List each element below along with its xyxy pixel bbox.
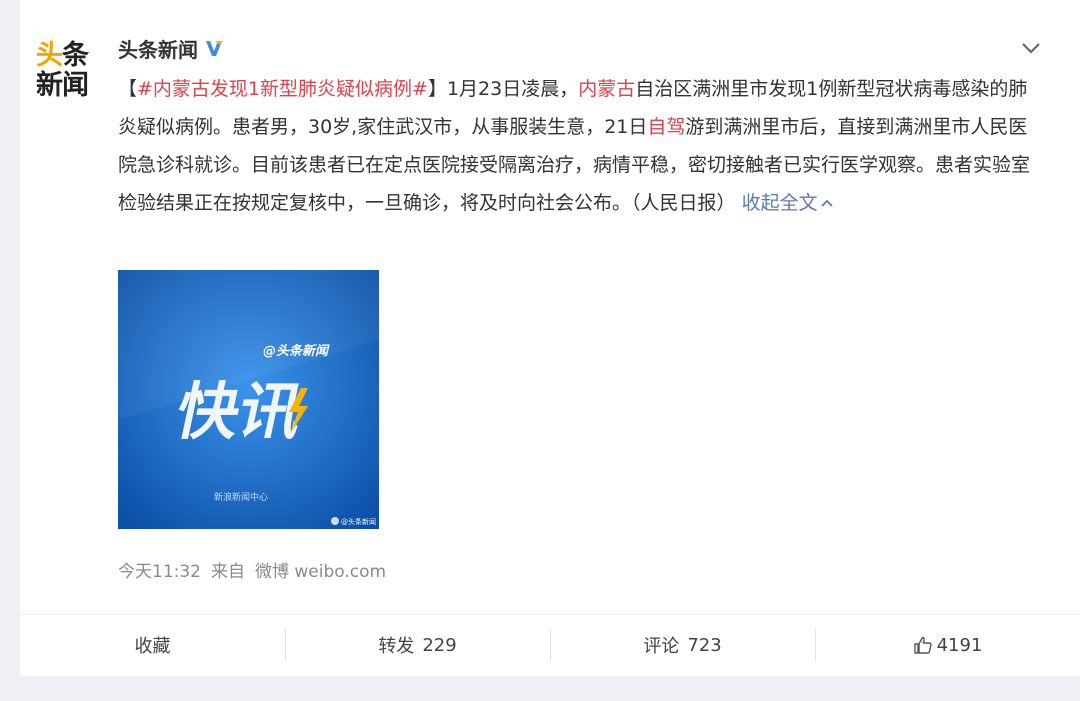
collapse-label: 收起全文: [741, 192, 818, 214]
avatar[interactable]: 头条 新闻: [30, 38, 94, 102]
favorite-button[interactable]: 收藏: [20, 615, 285, 675]
like-count: 4191: [936, 634, 983, 656]
action-toolbar: 收藏 转发 229 评论 723 4191: [20, 614, 1080, 675]
post-time[interactable]: 今天11:32: [118, 562, 201, 582]
bracket-open: 【: [118, 78, 138, 100]
kuaixun-graphic: @头条新闻 快讯 新浪新闻中心 @头条新闻: [118, 270, 379, 529]
favorite-label: 收藏: [134, 636, 171, 657]
bracket-close: 】: [427, 78, 447, 100]
verified-badge-icon: [206, 40, 222, 56]
comment-count: 723: [687, 634, 722, 656]
post-text: 【#内蒙古发现1新型肺炎疑似病例#】1月23日凌晨，内蒙古自治区满洲里市发现1例…: [118, 70, 1038, 222]
post-seg-1: 1月23日凌晨，: [446, 78, 579, 100]
repost-button[interactable]: 转发 229: [285, 615, 550, 675]
avatar-line-2: 新闻: [36, 69, 89, 101]
user-header: 头条新闻: [118, 34, 224, 63]
media-watermark: @头条新闻: [341, 517, 376, 526]
weibo-logo-icon: [331, 517, 339, 525]
media-big-text: 快讯: [170, 376, 309, 448]
avatar-char-2: 条: [62, 39, 89, 71]
thumbs-up-icon: [913, 636, 932, 654]
page-background-strip: [0, 676, 1080, 701]
like-button[interactable]: 4191: [815, 615, 1080, 675]
media-tag: @头条新闻: [263, 343, 330, 359]
chevron-down-icon[interactable]: [1020, 38, 1042, 58]
username-link[interactable]: 头条新闻: [118, 34, 198, 63]
chevron-up-icon: [820, 199, 833, 207]
hashtag-link[interactable]: #内蒙古发现1新型肺炎疑似病例#: [137, 78, 428, 100]
avatar-char-1: 头: [36, 39, 63, 71]
keyword-link-zijia[interactable]: 自驾: [647, 116, 685, 138]
keyword-link-neimenggu[interactable]: 内蒙古: [578, 78, 635, 100]
post-source[interactable]: 微博 weibo.com: [255, 562, 386, 582]
repost-count: 229: [422, 634, 457, 656]
media-footer: 新浪新闻中心: [214, 491, 268, 503]
from-label: 来自: [211, 562, 245, 582]
post-meta: 今天11:32 来自 微博 weibo.com: [118, 557, 396, 582]
post-image[interactable]: @头条新闻 快讯 新浪新闻中心 @头条新闻: [118, 270, 379, 529]
comment-label: 评论: [643, 636, 680, 657]
collapse-full-text-link[interactable]: 收起全文: [742, 192, 833, 214]
comment-button[interactable]: 评论 723: [550, 615, 815, 675]
repost-label: 转发: [378, 636, 415, 657]
